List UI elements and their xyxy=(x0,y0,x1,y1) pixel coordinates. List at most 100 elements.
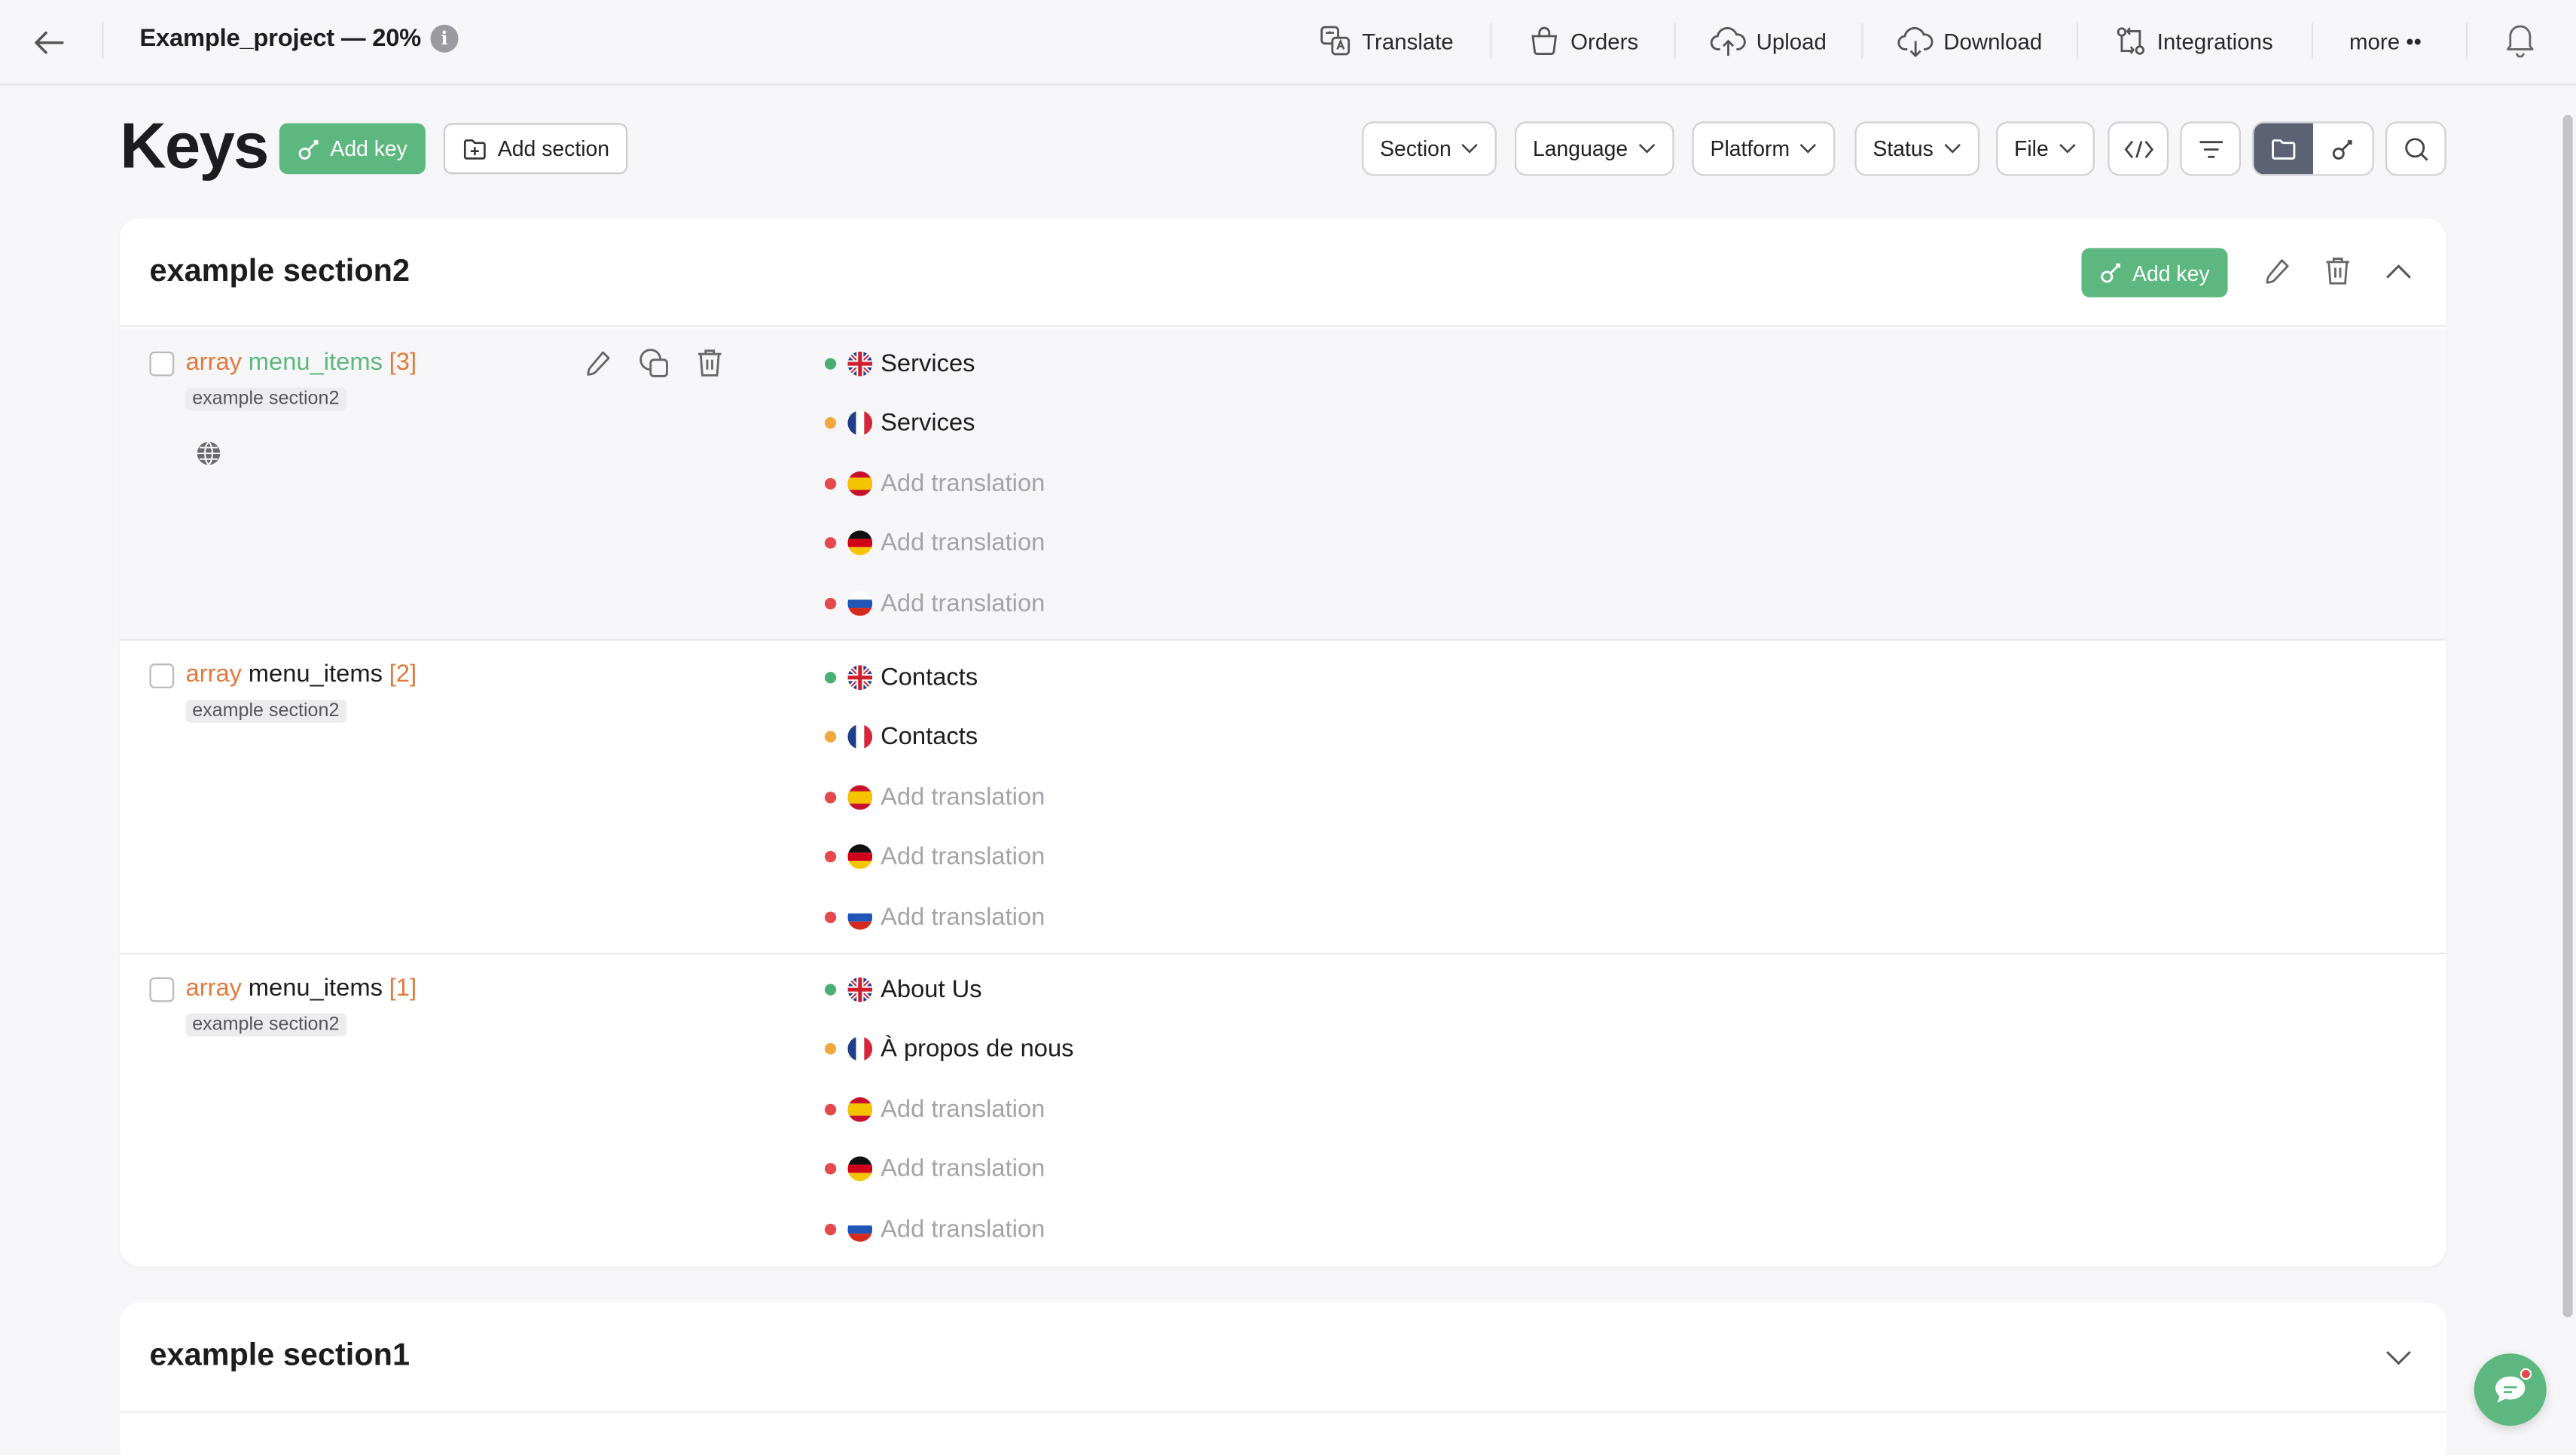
flag-de-icon xyxy=(847,1157,873,1182)
globe-icon[interactable] xyxy=(196,441,222,475)
key-index: [1] xyxy=(389,974,417,1002)
key-name[interactable]: array menu_items [1] xyxy=(185,974,417,1002)
key-view-button[interactable] xyxy=(2313,124,2373,175)
scrollbar[interactable] xyxy=(2562,114,2573,1318)
translation-item[interactable]: Add translation xyxy=(824,527,1045,560)
delete-key-button[interactable] xyxy=(691,345,728,381)
code-view-button[interactable] xyxy=(2107,121,2169,176)
key-name[interactable]: array menu_items [3] xyxy=(185,348,417,376)
flag-es-icon xyxy=(847,1097,873,1122)
filter-platform[interactable]: Platform xyxy=(1692,121,1836,176)
add-translation-link[interactable]: Add translation xyxy=(881,843,1045,871)
translation-text[interactable]: About Us xyxy=(881,975,982,1002)
back-arrow-icon[interactable] xyxy=(29,23,69,63)
translation-text[interactable]: Services xyxy=(881,349,975,377)
flag-fr-icon xyxy=(847,410,873,436)
nav-download[interactable]: Download xyxy=(1897,21,2042,60)
edit-key-button[interactable] xyxy=(580,345,616,381)
translation-item[interactable]: Add translation xyxy=(824,587,1045,621)
chevron-down-icon xyxy=(1638,144,1655,154)
section-tag: example section2 xyxy=(185,700,346,723)
divider xyxy=(1861,23,1863,59)
nav-translate[interactable]: Translate xyxy=(1319,21,1454,60)
nav-orders[interactable]: Orders xyxy=(1528,21,1638,60)
add-translation-link[interactable]: Add translation xyxy=(881,469,1045,497)
integrations-icon xyxy=(2117,27,2145,55)
translation-item[interactable]: Add translation xyxy=(824,901,1045,934)
notification-bell-icon[interactable] xyxy=(2504,21,2537,66)
add-translation-link[interactable]: Add translation xyxy=(881,903,1045,931)
translation-item[interactable]: Add translation xyxy=(824,467,1045,500)
filter-section[interactable]: Section xyxy=(1362,121,1497,176)
nav-upload[interactable]: Upload xyxy=(1710,21,1827,60)
translation-text[interactable]: Services xyxy=(881,409,975,437)
key-type: array xyxy=(185,974,243,1002)
add-section-button[interactable]: Add section xyxy=(443,123,628,175)
nav-integrations[interactable]: Integrations xyxy=(2114,21,2273,60)
expand-section-button[interactable] xyxy=(2380,1339,2416,1375)
folder-view-button[interactable] xyxy=(2254,123,2314,175)
row-checkbox[interactable] xyxy=(149,351,175,377)
add-translation-link[interactable]: Add translation xyxy=(881,529,1045,557)
flag-fr-icon xyxy=(847,1036,873,1062)
translate-icon xyxy=(1320,26,1351,56)
status-dot xyxy=(824,911,837,923)
translation-text[interactable]: Contacts xyxy=(881,723,978,751)
translation-item[interactable]: Services xyxy=(824,346,975,380)
search-button[interactable] xyxy=(2385,121,2446,176)
translation-item[interactable]: Add translation xyxy=(824,1093,1045,1126)
key-row[interactable]: array menu_items [3] example section2 xyxy=(120,328,2446,641)
translation-item[interactable]: Services xyxy=(824,407,975,440)
filter-language[interactable]: Language xyxy=(1514,121,1674,176)
row-checkbox[interactable] xyxy=(149,663,175,688)
nav-orders-label: Orders xyxy=(1570,29,1639,53)
translation-text[interactable]: À propos de nous xyxy=(881,1035,1073,1063)
key-index: [2] xyxy=(389,660,417,688)
delete-section-button[interactable] xyxy=(2320,253,2356,289)
section-add-key-button[interactable]: Add key xyxy=(2081,248,2228,297)
row-checkbox[interactable] xyxy=(149,977,175,1002)
translation-item[interactable]: Contacts xyxy=(824,660,978,694)
folder-icon xyxy=(2272,138,2296,159)
translation-item[interactable]: Add translation xyxy=(824,780,1045,813)
cart-icon xyxy=(1531,26,1558,55)
add-translation-link[interactable]: Add translation xyxy=(881,590,1045,618)
add-translation-link[interactable]: Add translation xyxy=(881,783,1045,811)
key-name[interactable]: array menu_items [2] xyxy=(185,660,417,688)
chevron-down-icon xyxy=(1462,144,1479,154)
translation-text[interactable]: Contacts xyxy=(881,663,978,691)
nav-more[interactable]: more •• xyxy=(2349,21,2422,60)
translation-item[interactable]: Add translation xyxy=(824,1153,1045,1186)
divider xyxy=(120,1411,2446,1413)
edit-section-button[interactable] xyxy=(2259,253,2295,289)
section-tag: example section2 xyxy=(185,1013,346,1037)
collapse-section-button[interactable] xyxy=(2380,253,2416,289)
add-translation-link[interactable]: Add translation xyxy=(881,1155,1045,1183)
info-icon[interactable]: i xyxy=(430,24,459,53)
translation-item[interactable]: About Us xyxy=(824,972,982,1005)
copy-icon xyxy=(639,349,668,377)
add-key-button[interactable]: Add key xyxy=(279,123,426,175)
chat-button[interactable] xyxy=(2474,1353,2547,1426)
copy-key-button[interactable] xyxy=(636,345,672,381)
translation-item[interactable]: Contacts xyxy=(824,721,978,754)
flag-es-icon xyxy=(847,784,873,810)
nav-integrations-label: Integrations xyxy=(2156,29,2273,53)
divider xyxy=(102,23,104,59)
filter-file[interactable]: File xyxy=(1996,121,2095,176)
add-key-label: Add key xyxy=(330,136,407,161)
search-icon xyxy=(2404,137,2428,160)
divider xyxy=(2311,23,2314,59)
translation-item[interactable]: Add translation xyxy=(824,840,1045,874)
view-toggle xyxy=(2252,121,2374,176)
add-translation-link[interactable]: Add translation xyxy=(881,1095,1045,1123)
key-row[interactable]: array menu_items [1] example section2 xyxy=(120,954,2446,1266)
filter-status[interactable]: Status xyxy=(1854,121,1979,176)
key-row[interactable]: array menu_items [2] example section2 xyxy=(120,641,2446,955)
add-translation-link[interactable]: Add translation xyxy=(881,1216,1045,1243)
key-label: menu_items xyxy=(248,660,383,688)
translation-item[interactable]: Add translation xyxy=(824,1213,1045,1246)
chevron-down-icon xyxy=(2386,1350,2411,1365)
translation-item[interactable]: À propos de nous xyxy=(824,1033,1074,1066)
sort-button[interactable] xyxy=(2180,121,2242,176)
